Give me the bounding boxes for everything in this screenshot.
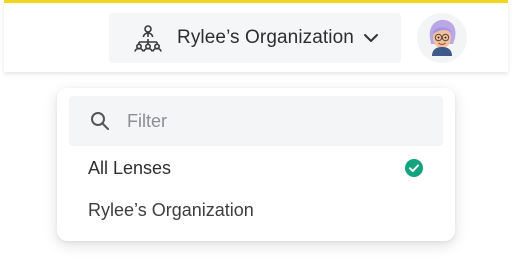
org-switcher-label: Rylee’s Organization: [177, 27, 354, 48]
option-rylees-organization[interactable]: Rylee’s Organization: [57, 190, 455, 230]
option-all-lenses[interactable]: All Lenses: [57, 148, 455, 188]
search-icon: [89, 110, 111, 132]
lens-dropdown-panel: All Lenses Rylee’s Organization: [57, 88, 455, 241]
user-avatar: [422, 16, 462, 61]
avatar-button[interactable]: [417, 13, 467, 63]
check-circle-icon: [405, 159, 423, 177]
filter-field[interactable]: [69, 96, 443, 146]
org-hierarchy-icon: [133, 23, 163, 53]
option-label: Rylee’s Organization: [88, 199, 254, 220]
top-bar: Rylee’s Organization: [4, 0, 508, 72]
option-label: All Lenses: [88, 157, 172, 178]
org-switcher-button[interactable]: Rylee’s Organization: [109, 13, 401, 63]
chevron-down-icon: [363, 31, 379, 45]
filter-input[interactable]: [125, 109, 429, 133]
